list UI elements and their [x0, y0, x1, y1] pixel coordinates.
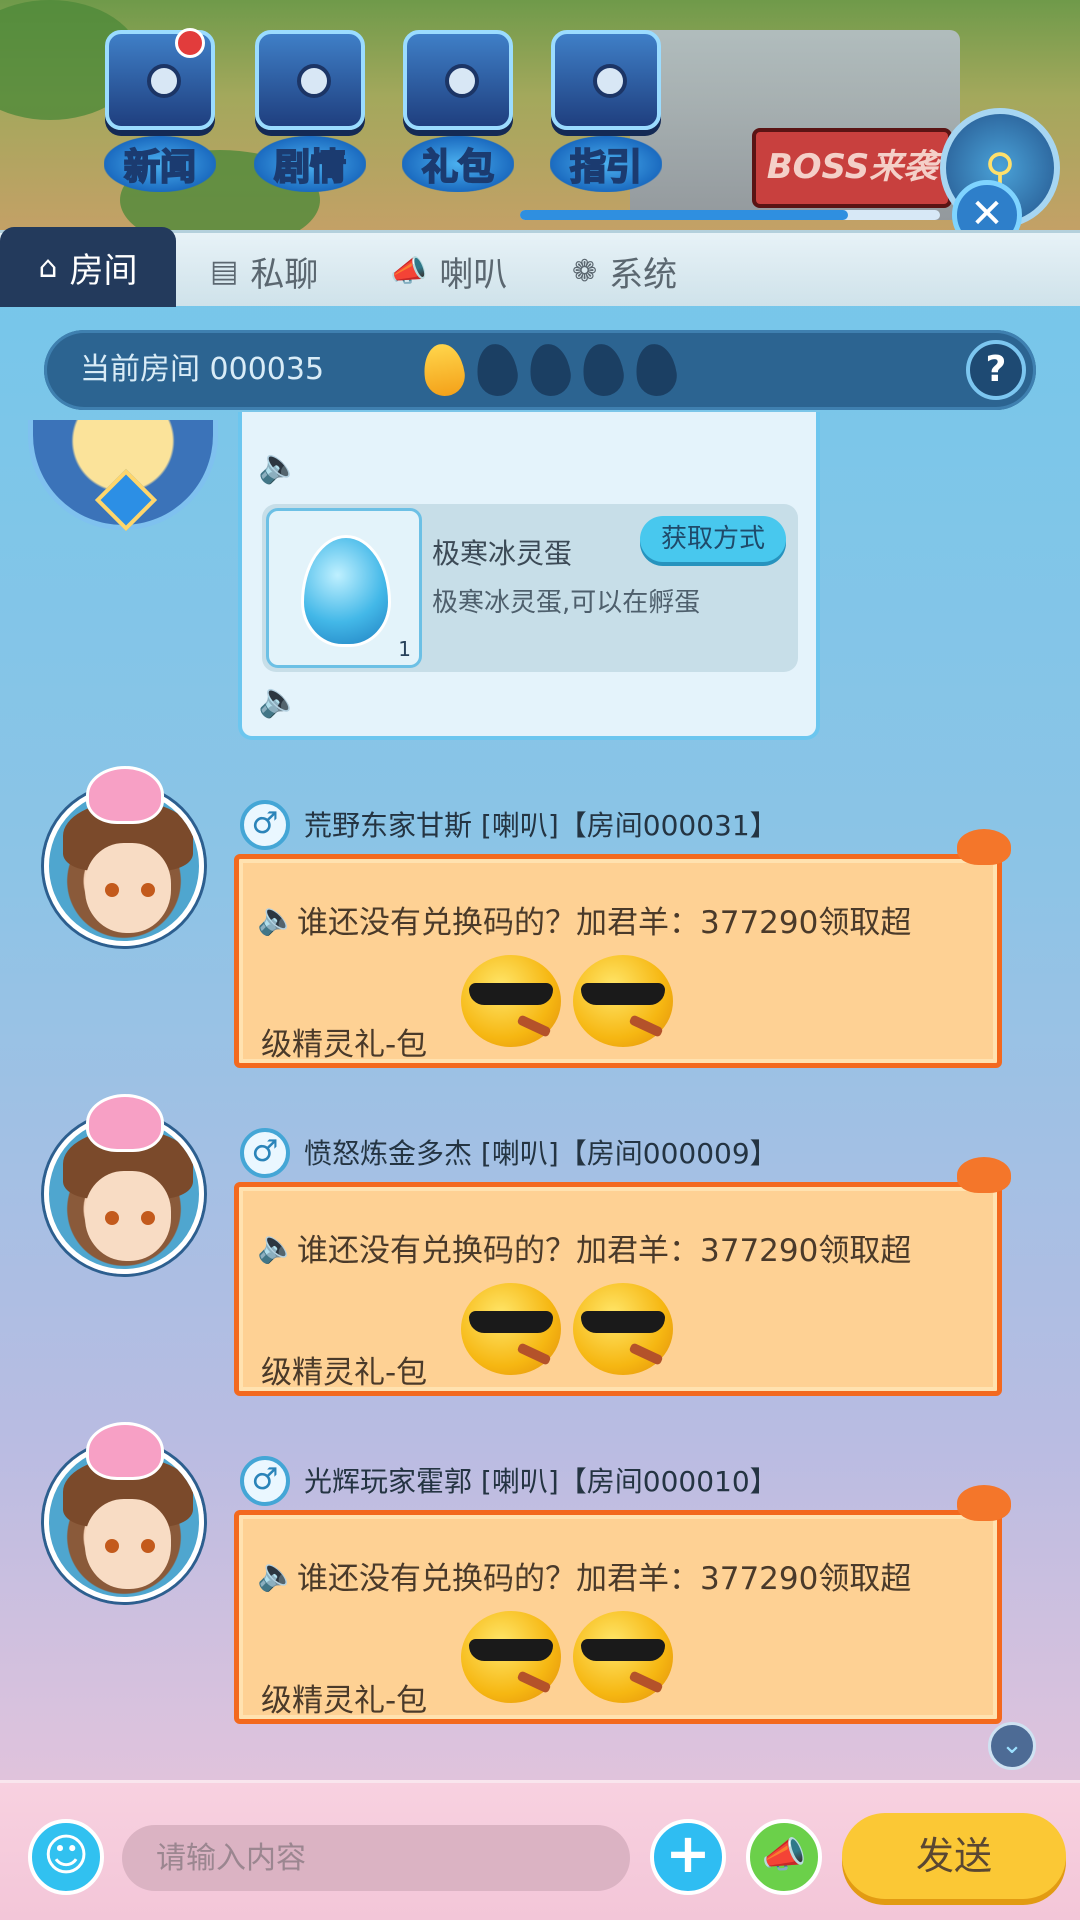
message-sender[interactable]: 光辉玩家霍郭 [喇叭]【房间000010】 — [304, 1460, 778, 1500]
shortcut-story-label: 剧情 — [253, 136, 366, 192]
avatar-face — [85, 1171, 171, 1261]
boss-raid-banner[interactable]: BOSS来袭 — [752, 128, 952, 208]
message-input[interactable] — [122, 1825, 630, 1891]
message-sender[interactable]: 荒野东家甘斯 [喇叭]【房间000031】 — [304, 804, 778, 844]
megaphone-icon: 📣 — [761, 1835, 807, 1876]
speaker-icon: 🔈 — [258, 446, 301, 486]
horn-decoration-icon — [957, 1485, 1011, 1521]
message-sender[interactable]: 愤怒炼金多杰 [喇叭]【房间000009】 — [304, 1132, 778, 1172]
tab-system-label: 系统 — [609, 254, 678, 295]
message-bubble: 🔈 谁还没有兑换码的？加君羊：377290领取超 级精灵礼-包 — [234, 1157, 1011, 1396]
cool-emoji-icon — [461, 1283, 561, 1375]
notification-dot — [175, 28, 205, 58]
pet-icon — [86, 1422, 164, 1480]
speaker-icon: 🔈 — [257, 899, 297, 937]
home-icon: ⌂ — [38, 249, 58, 285]
cool-emoji-icon — [573, 1283, 673, 1375]
male-gender-icon: ♂ — [240, 1128, 290, 1178]
tab-megaphone-label: 喇叭 — [439, 254, 508, 295]
plus-icon: + — [665, 1822, 711, 1885]
tab-private-chat[interactable]: ▤ 私聊 — [210, 233, 318, 309]
flame-icon — [420, 341, 468, 399]
horn-decoration-icon — [957, 1157, 1011, 1193]
speaker-icon: 🔈 — [257, 1555, 297, 1593]
flame-icon — [473, 341, 521, 399]
message-bubble: 🔈 谁还没有兑换码的？加君羊：377290领取超 级精灵礼-包 — [234, 829, 1011, 1068]
speaker-icon: 🔈 — [258, 680, 301, 720]
pet-icon — [86, 1094, 164, 1152]
room-heat-meter — [420, 341, 689, 399]
horn-decoration-icon — [957, 829, 1011, 865]
avatar-eye — [105, 1539, 119, 1553]
item-count: 1 — [398, 637, 411, 661]
male-gender-icon: ♂ — [240, 1456, 290, 1506]
avatar-eye — [105, 1211, 119, 1225]
ice-egg-icon — [301, 535, 391, 647]
flame-icon — [632, 341, 680, 399]
male-gender-icon: ♂ — [240, 800, 290, 850]
avatar-eye — [105, 883, 119, 897]
shortcut-story-button[interactable]: 剧情 — [240, 30, 380, 200]
message-text-line: 谁还没有兑换码的？加君羊：377290领取超 — [297, 1561, 912, 1597]
flame-icon — [579, 341, 627, 399]
avatar-eye — [141, 1211, 155, 1225]
avatar-face — [85, 843, 171, 933]
cool-emoji-icon — [461, 1611, 561, 1703]
tab-megaphone[interactable]: 📣 喇叭 — [390, 233, 507, 309]
chat-tab-bar: ⌂ 房间 ▤ 私聊 📣 喇叭 ❁ 系统 — [0, 227, 1080, 309]
item-info-box: 1 极寒冰灵蛋 极寒冰灵蛋,可以在孵蛋 获取方式 — [262, 504, 798, 672]
shortcut-gift-label: 礼包 — [401, 136, 514, 192]
message-text-line: 级精灵礼-包 — [261, 1683, 428, 1719]
tab-private-chat-label: 私聊 — [250, 254, 319, 295]
megaphone-icon: 📣 — [390, 253, 428, 289]
megaphone-send-button[interactable]: 📣 — [746, 1819, 822, 1895]
avatar-face — [85, 1499, 171, 1589]
cool-emoji-icon — [461, 955, 561, 1047]
message-bubble: 🔈 谁还没有兑换码的？加君羊：377290领取超 级精灵礼-包 — [234, 1485, 1011, 1724]
shortcut-guide-button[interactable]: 指引 — [536, 30, 676, 200]
message-text-line: 级精灵礼-包 — [261, 1355, 428, 1391]
help-button[interactable]: ? — [966, 340, 1026, 400]
cool-emoji-icon — [573, 955, 673, 1047]
newspaper-icon — [105, 28, 215, 130]
avatar-eye — [141, 1539, 155, 1553]
shortcut-guide-label: 指引 — [549, 136, 662, 192]
item-description: 极寒冰灵蛋,可以在孵蛋 — [432, 588, 701, 618]
guide-icon — [551, 30, 661, 130]
gift-icon — [403, 30, 513, 130]
send-button[interactable]: 发送 — [842, 1813, 1066, 1899]
shortcut-news-button[interactable]: 新闻 — [90, 28, 230, 200]
shortcut-news-label: 新闻 — [103, 136, 216, 192]
scroll-to-bottom-button[interactable]: ⌄ — [988, 1722, 1036, 1770]
shortcut-gift-button[interactable]: 礼包 — [388, 30, 528, 200]
message-text-line: 谁还没有兑换码的？加君羊：377290领取超 — [297, 905, 912, 941]
boss-progress-bar — [520, 210, 940, 220]
message-text-line: 级精灵礼-包 — [261, 1027, 428, 1063]
smiley-icon: ☺ — [43, 1830, 89, 1881]
current-room-label: 当前房间 000035 — [80, 352, 325, 387]
tab-system[interactable]: ❁ 系统 — [572, 233, 677, 309]
flame-icon — [526, 341, 574, 399]
chest-icon — [255, 30, 365, 130]
pet-icon — [86, 766, 164, 824]
current-room-bar: 当前房间 000035 ? — [44, 330, 1036, 410]
avatar-eye — [141, 883, 155, 897]
game-scene-background: 新闻 剧情 礼包 指引 BOSS来袭 ⚲ — [0, 0, 1080, 240]
flower-icon: ❁ — [572, 253, 598, 289]
emoji-button[interactable]: ☺ — [28, 1819, 104, 1895]
tab-room-label: 房间 — [69, 250, 138, 291]
item-name: 极寒冰灵蛋 — [432, 537, 573, 570]
tab-room[interactable]: ⌂ 房间 — [0, 227, 176, 307]
cool-emoji-icon — [573, 1611, 673, 1703]
message-text-line: 谁还没有兑换码的？加君羊：377290领取超 — [297, 1233, 912, 1269]
item-icon-slot[interactable]: 1 — [266, 508, 422, 668]
get-method-button[interactable]: 获取方式 — [640, 516, 786, 562]
chevron-down-icon: ⌄ — [1001, 1730, 1023, 1760]
speaker-icon: 🔈 — [257, 1227, 297, 1265]
chat-icon: ▤ — [210, 253, 239, 289]
boss-progress-fill — [520, 210, 848, 220]
system-item-card: 🔈 1 极寒冰灵蛋 极寒冰灵蛋,可以在孵蛋 获取方式 🔈 — [238, 412, 820, 740]
add-attachment-button[interactable]: + — [650, 1819, 726, 1895]
chat-input-bar: ☺ + 📣 发送 — [0, 1780, 1080, 1920]
